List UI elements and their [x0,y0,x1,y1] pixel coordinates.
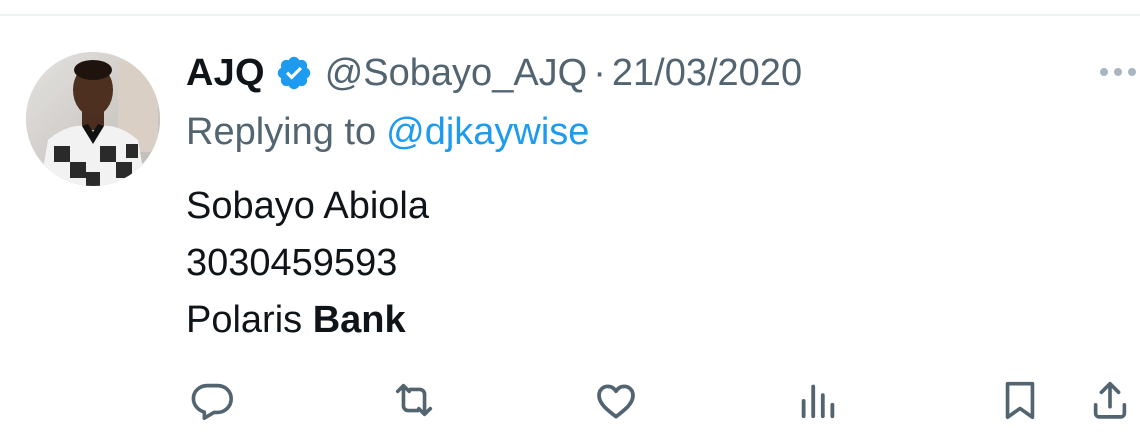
share-icon[interactable] [1086,376,1134,424]
tweet-date[interactable]: 21/03/2020 [612,52,802,95]
replying-to-line: Replying to @djkaywise [186,105,589,159]
replying-to-label: Replying to [186,110,377,153]
more-options-icon[interactable] [1094,60,1140,84]
retweet-icon[interactable] [390,376,438,424]
avatar-image [26,52,160,186]
tweet-line-name: Sobayo Abiola [186,185,429,227]
top-divider [0,14,1140,16]
verified-badge-icon [275,54,313,92]
action-bar [0,376,1140,424]
tweet-body: Sobayo Abiola 3030459593 Polaris Bank [186,178,429,349]
avatar[interactable] [26,52,160,186]
bookmark-icon[interactable] [996,376,1044,424]
replying-to-handle[interactable]: @djkaywise [386,111,589,154]
header-separator: · [593,51,606,94]
views-icon[interactable] [794,376,842,424]
tweet-bank-name: Polaris [186,299,303,341]
tweet-line-bank: Polaris Bank [186,292,429,349]
like-icon[interactable] [592,376,640,424]
author-display-name[interactable]: AJQ [186,52,265,95]
author-handle[interactable]: @Sobayo_AJQ [325,52,588,95]
tweet-line-account-number: 3030459593 [186,242,398,284]
reply-icon[interactable] [188,376,236,424]
tweet-bank-bold: Bank [312,299,406,341]
tweet-header: AJQ @Sobayo_AJQ · 21/03/2020 [186,45,802,101]
